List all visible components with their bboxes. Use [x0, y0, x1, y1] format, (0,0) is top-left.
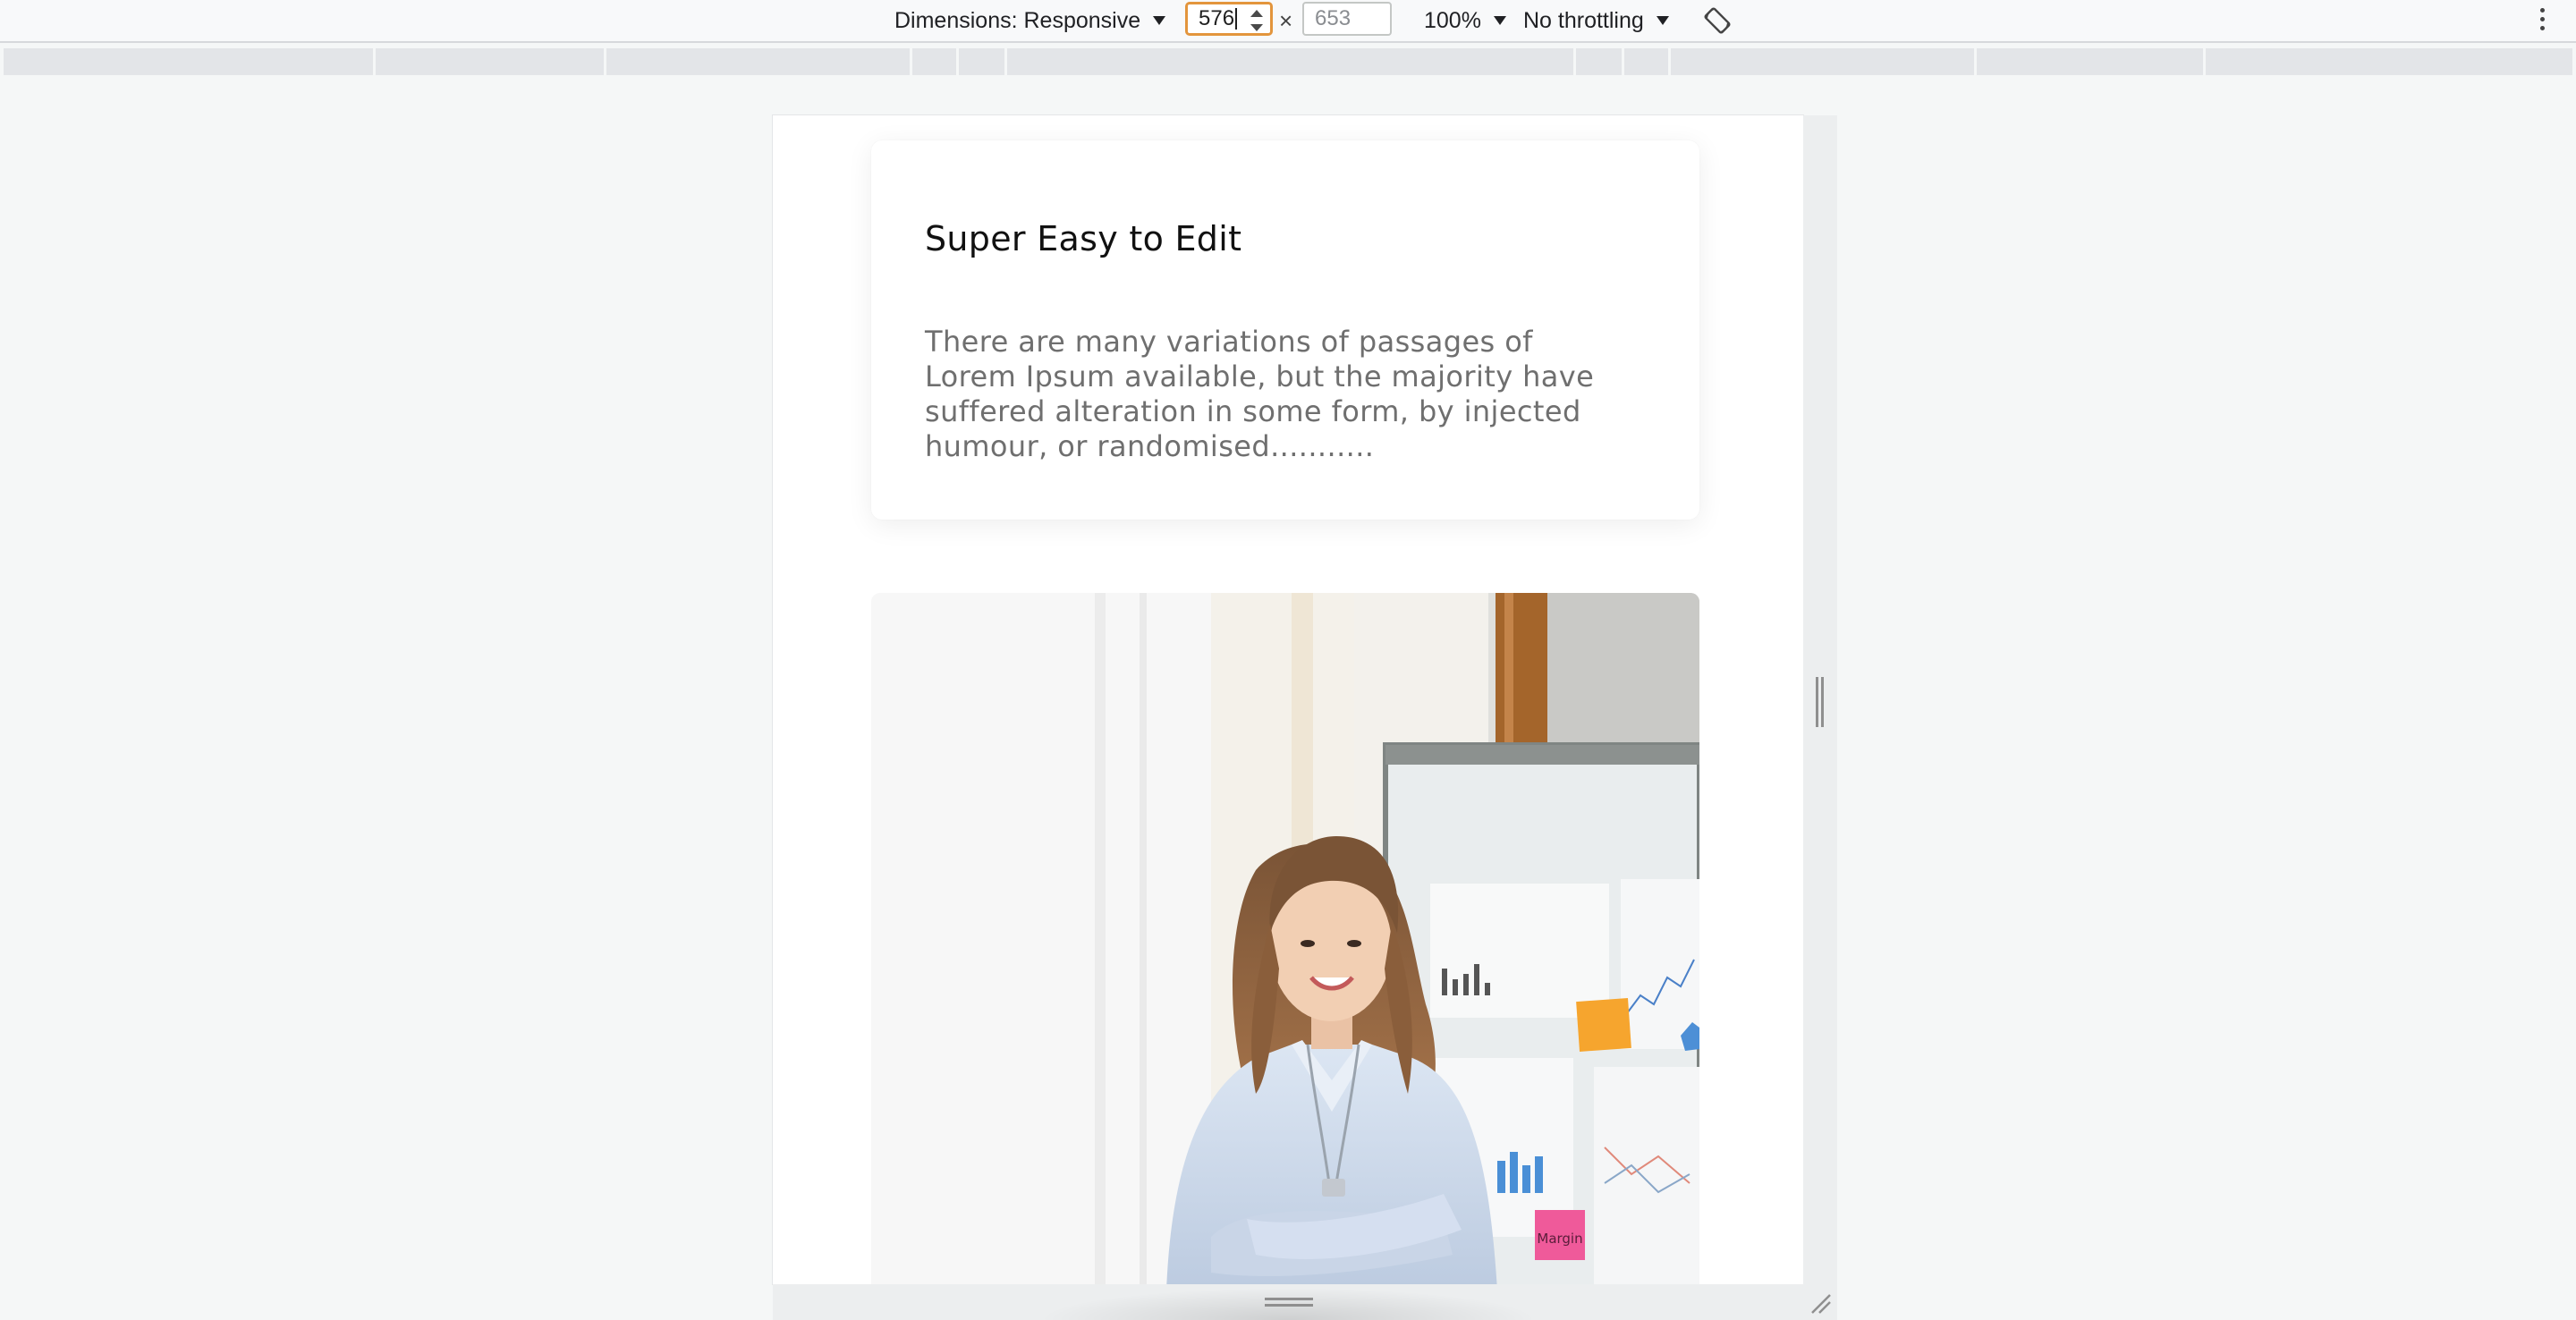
sticky-note-text: Margin	[1537, 1231, 1582, 1247]
device-toolbar: Dimensions: Responsive 576 × 653 100% No…	[0, 0, 2576, 43]
media-query-segment[interactable]	[1624, 48, 1671, 75]
zoom-label: 100%	[1424, 7, 1481, 33]
width-input[interactable]: 576	[1185, 2, 1273, 36]
media-query-segment[interactable]	[1576, 48, 1624, 75]
spinner-icon[interactable]	[1250, 8, 1263, 33]
width-value: 576	[1199, 6, 1235, 30]
resize-handle-icon[interactable]	[1265, 1298, 1313, 1310]
chevron-down-icon	[1153, 16, 1166, 25]
media-query-segment[interactable]	[959, 48, 1007, 75]
more-vertical-icon[interactable]	[2537, 5, 2547, 36]
height-input[interactable]: 653	[1302, 2, 1392, 36]
media-query-bar[interactable]	[4, 48, 2572, 75]
dimensions-label: Dimensions: Responsive	[894, 7, 1141, 33]
media-query-segment[interactable]	[606, 48, 912, 75]
throttling-label: No throttling	[1523, 7, 1644, 33]
media-query-segment[interactable]	[912, 48, 959, 75]
zoom-dropdown[interactable]: 100%	[1424, 0, 1506, 41]
resize-handle-icon[interactable]	[1816, 677, 1825, 727]
times-symbol: ×	[1279, 6, 1293, 34]
dimensions-dropdown[interactable]: Dimensions: Responsive	[894, 0, 1166, 41]
card-text: There are many variations of passages of…	[925, 325, 1595, 463]
rotate-icon[interactable]	[1702, 5, 1733, 36]
woman-photo-image: Margin	[871, 593, 1699, 1284]
throttling-dropdown[interactable]: No throttling	[1523, 0, 1669, 41]
media-query-segment[interactable]	[1977, 48, 2206, 75]
media-query-segment[interactable]	[376, 48, 606, 75]
resize-corner-icon[interactable]	[1809, 1291, 1832, 1315]
media-query-segment[interactable]	[4, 48, 376, 75]
device-viewport: Super Easy to Edit There are many variat…	[773, 115, 1803, 1284]
hero-photo: Margin	[871, 593, 1699, 1284]
feature-card: Super Easy to Edit There are many variat…	[871, 140, 1699, 520]
card-title: Super Easy to Edit	[925, 219, 1242, 258]
chevron-down-icon	[1656, 16, 1669, 25]
media-query-segment[interactable]	[2206, 48, 2572, 75]
media-query-segment[interactable]	[1007, 48, 1576, 75]
chevron-down-icon	[1493, 16, 1506, 25]
height-placeholder: 653	[1315, 6, 1352, 30]
text-cursor	[1235, 8, 1238, 30]
media-query-segment[interactable]	[1671, 48, 1977, 75]
